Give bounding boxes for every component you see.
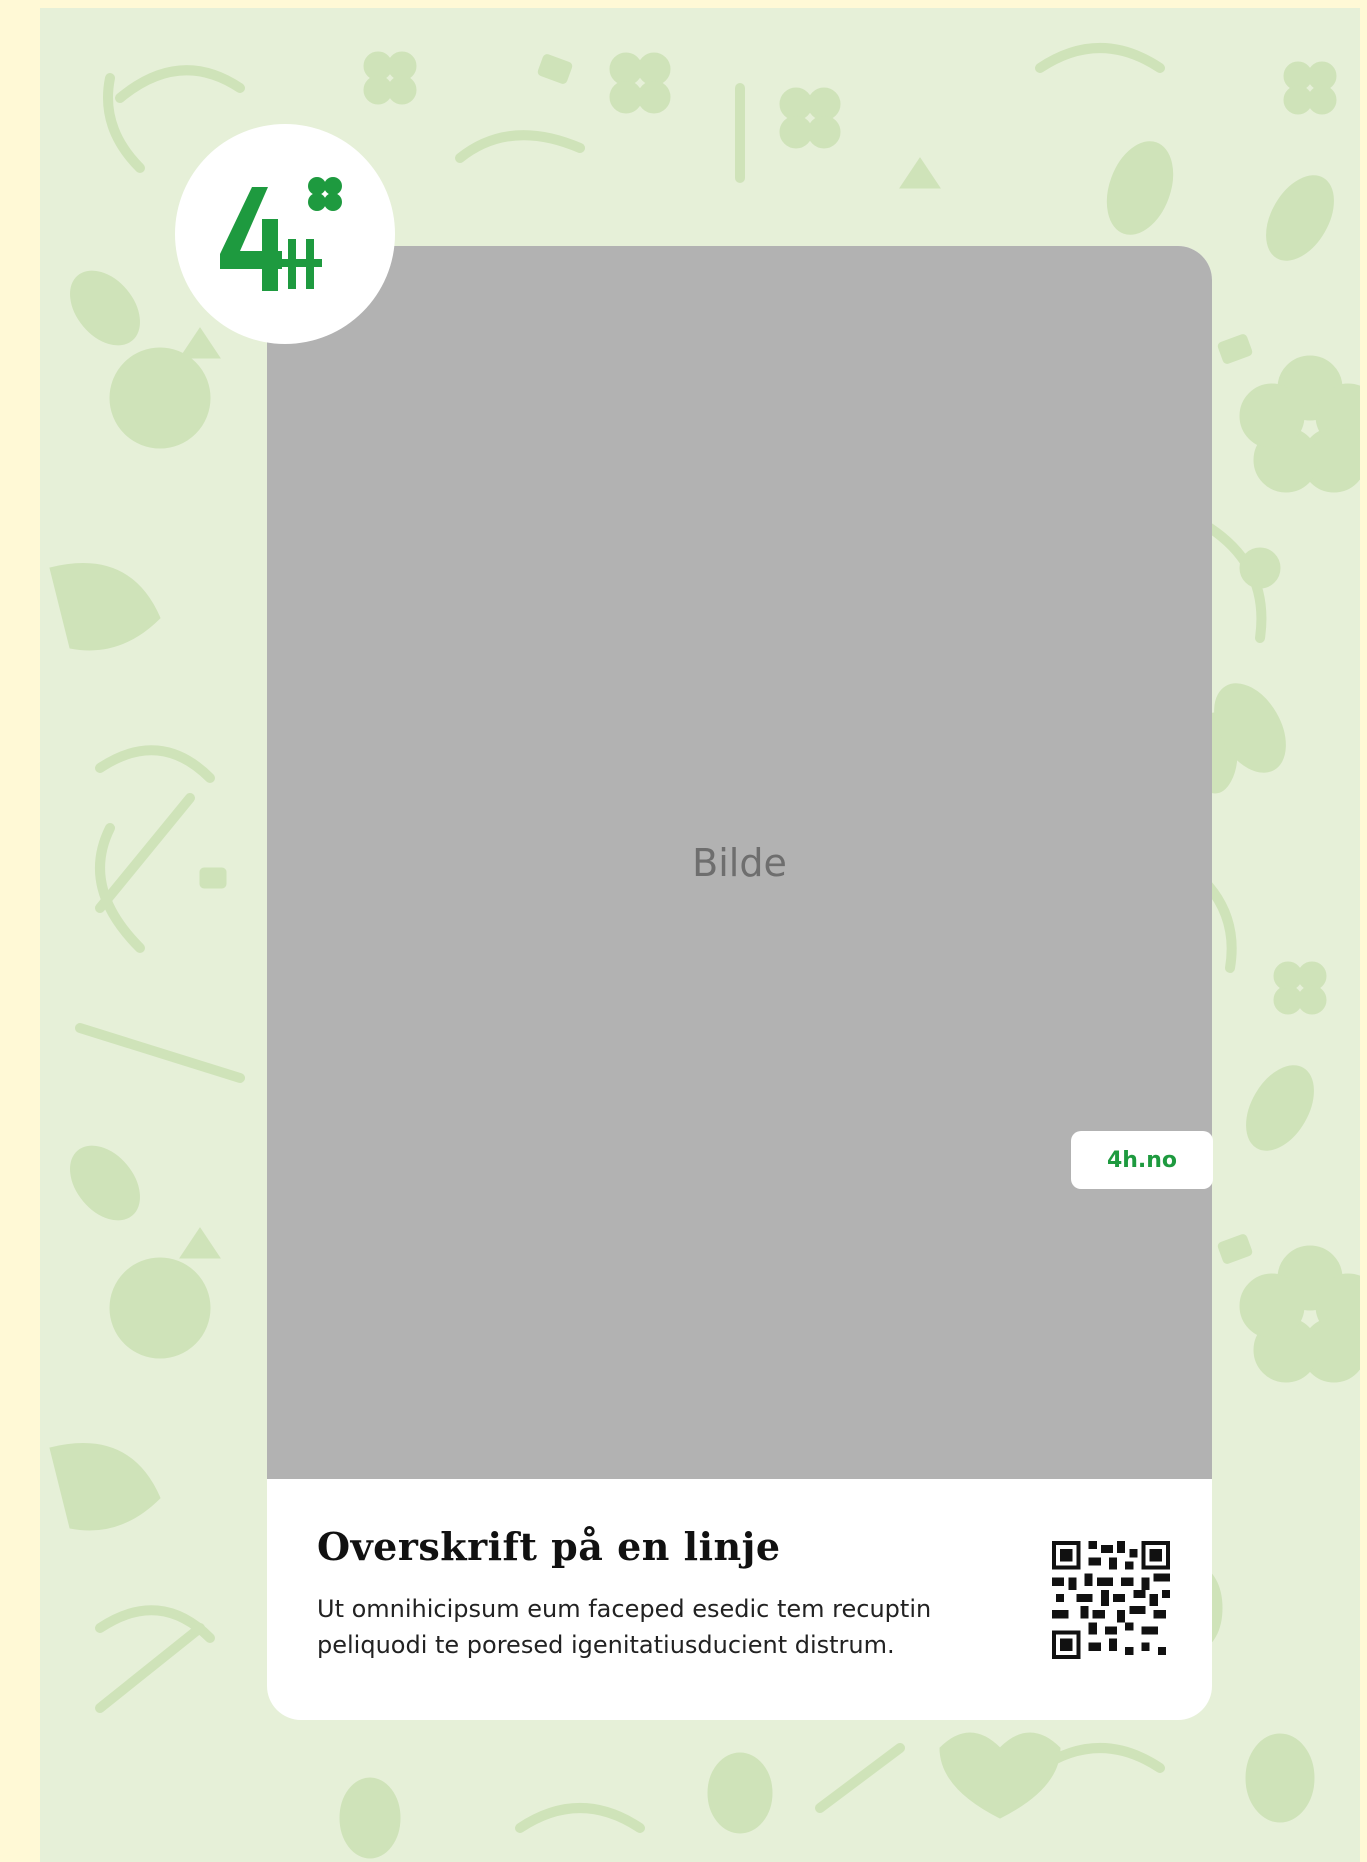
card-heading: Overskrift på en linje [317,1524,781,1569]
card-footer: Overskrift på en linje Ut omnihicipsum e… [267,1479,1212,1720]
website-url-badge: 4h.no [1071,1131,1213,1189]
card-body-text: Ut omnihicipsum eum faceped esedic tem r… [317,1595,932,1659]
image-placeholder-label: Bilde [692,840,787,885]
poster-card: Bilde Overskrift på en linje Ut omnihici… [267,246,1212,1720]
qr-code-icon [1052,1541,1170,1659]
4h-clover-logo-icon [220,177,342,291]
image-placeholder: Bilde [267,246,1212,1479]
4h-logo [175,124,395,344]
poster: Bilde Overskrift på en linje Ut omnihici… [40,8,1360,1862]
